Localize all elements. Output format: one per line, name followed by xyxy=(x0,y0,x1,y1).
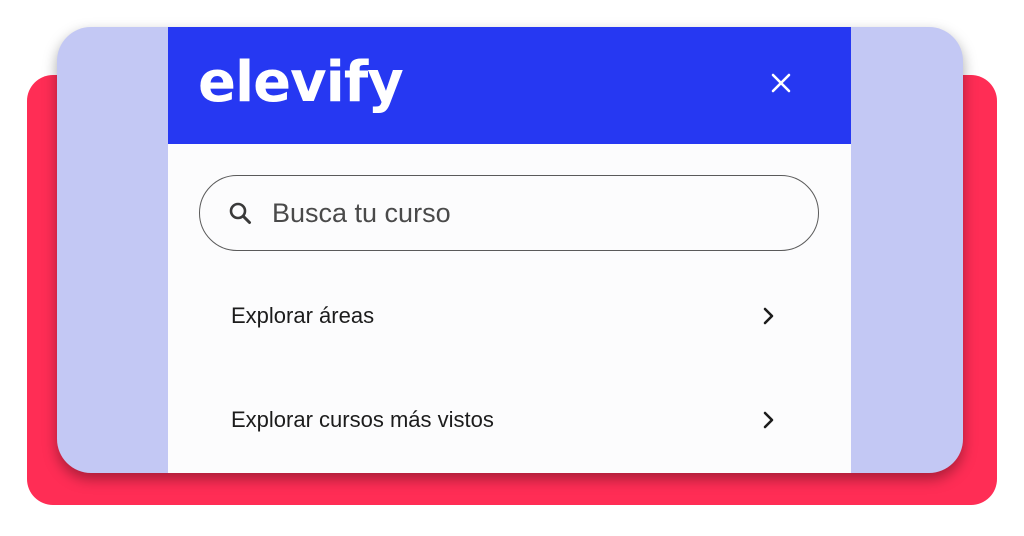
menu-item-label: Explorar cursos más vistos xyxy=(231,407,494,432)
search-input[interactable] xyxy=(270,196,794,230)
mobile-menu-panel: elevify Expl xyxy=(168,27,851,473)
menu-header: elevify xyxy=(168,27,851,144)
stage: elevify Expl xyxy=(0,0,1024,536)
chevron-right-icon xyxy=(761,306,777,326)
logo-text: elevify xyxy=(198,50,404,115)
close-icon xyxy=(771,73,791,93)
menu-item-explorar-cursos-mas-vistos[interactable]: Explorar cursos más vistos xyxy=(168,385,851,455)
search-icon xyxy=(226,199,254,227)
screenshot-frame: elevify Expl xyxy=(57,27,963,473)
elevify-logo[interactable]: elevify xyxy=(198,43,404,123)
menu-item-explorar-areas[interactable]: Explorar áreas xyxy=(168,281,851,351)
chevron-right-icon xyxy=(761,410,777,430)
close-button[interactable] xyxy=(763,65,799,101)
menu-item-label: Explorar áreas xyxy=(231,303,375,328)
search-bar[interactable] xyxy=(199,175,819,251)
